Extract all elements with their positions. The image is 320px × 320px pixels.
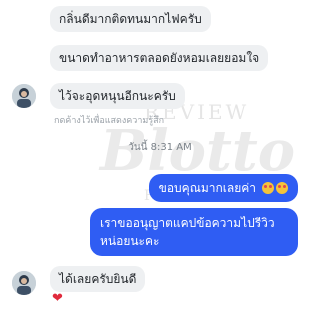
avatar[interactable]: [12, 271, 36, 295]
heart-icon[interactable]: ❤: [52, 291, 63, 306]
message-text: ไว้จะอุดหนุนอีกนะครับ: [59, 89, 176, 103]
timestamp: วันนี้ 8:31 AM: [128, 142, 192, 153]
heart-eyes-icon: [276, 182, 288, 194]
reaction-hint: กดค้างไว้เพื่อแสดงความรู้สึก: [54, 116, 165, 126]
chat-thread: REVIEW Blotto FRAGRANCE กลิ่นดีมากติดทนม…: [0, 0, 320, 320]
message-text: ขอบคุณมากเลยค่า: [158, 181, 256, 195]
incoming-message[interactable]: กลิ่นดีมากติดทนมากไฟครับ: [50, 6, 211, 32]
outgoing-message[interactable]: เราขออนุญาตแคปข้อความไปรีวิวหน่อยนะคะ: [90, 208, 298, 256]
avatar-image: [12, 271, 36, 295]
incoming-message[interactable]: ขนาดทำอาหารตลอดยังหอมเลยยอมใจ: [50, 45, 269, 71]
outgoing-message[interactable]: ขอบคุณมากเลยค่า: [148, 174, 298, 202]
incoming-message[interactable]: ได้เลยครับยินดี: [50, 266, 146, 292]
message-text: เราขออนุญาตแคปข้อความไปรีวิวหน่อยนะคะ: [100, 216, 275, 248]
avatar[interactable]: [12, 84, 36, 108]
avatar-image: [12, 84, 36, 108]
message-text: ได้เลยครับยินดี: [59, 272, 137, 286]
heart-eyes-emoji: [260, 180, 288, 196]
incoming-message[interactable]: ไว้จะอุดหนุนอีกนะครับ: [50, 83, 185, 109]
message-text: กลิ่นดีมากติดทนมากไฟครับ: [59, 12, 202, 26]
message-text: ขนาดทำอาหารตลอดยังหอมเลยยอมใจ: [59, 51, 260, 65]
heart-eyes-icon: [262, 182, 274, 194]
